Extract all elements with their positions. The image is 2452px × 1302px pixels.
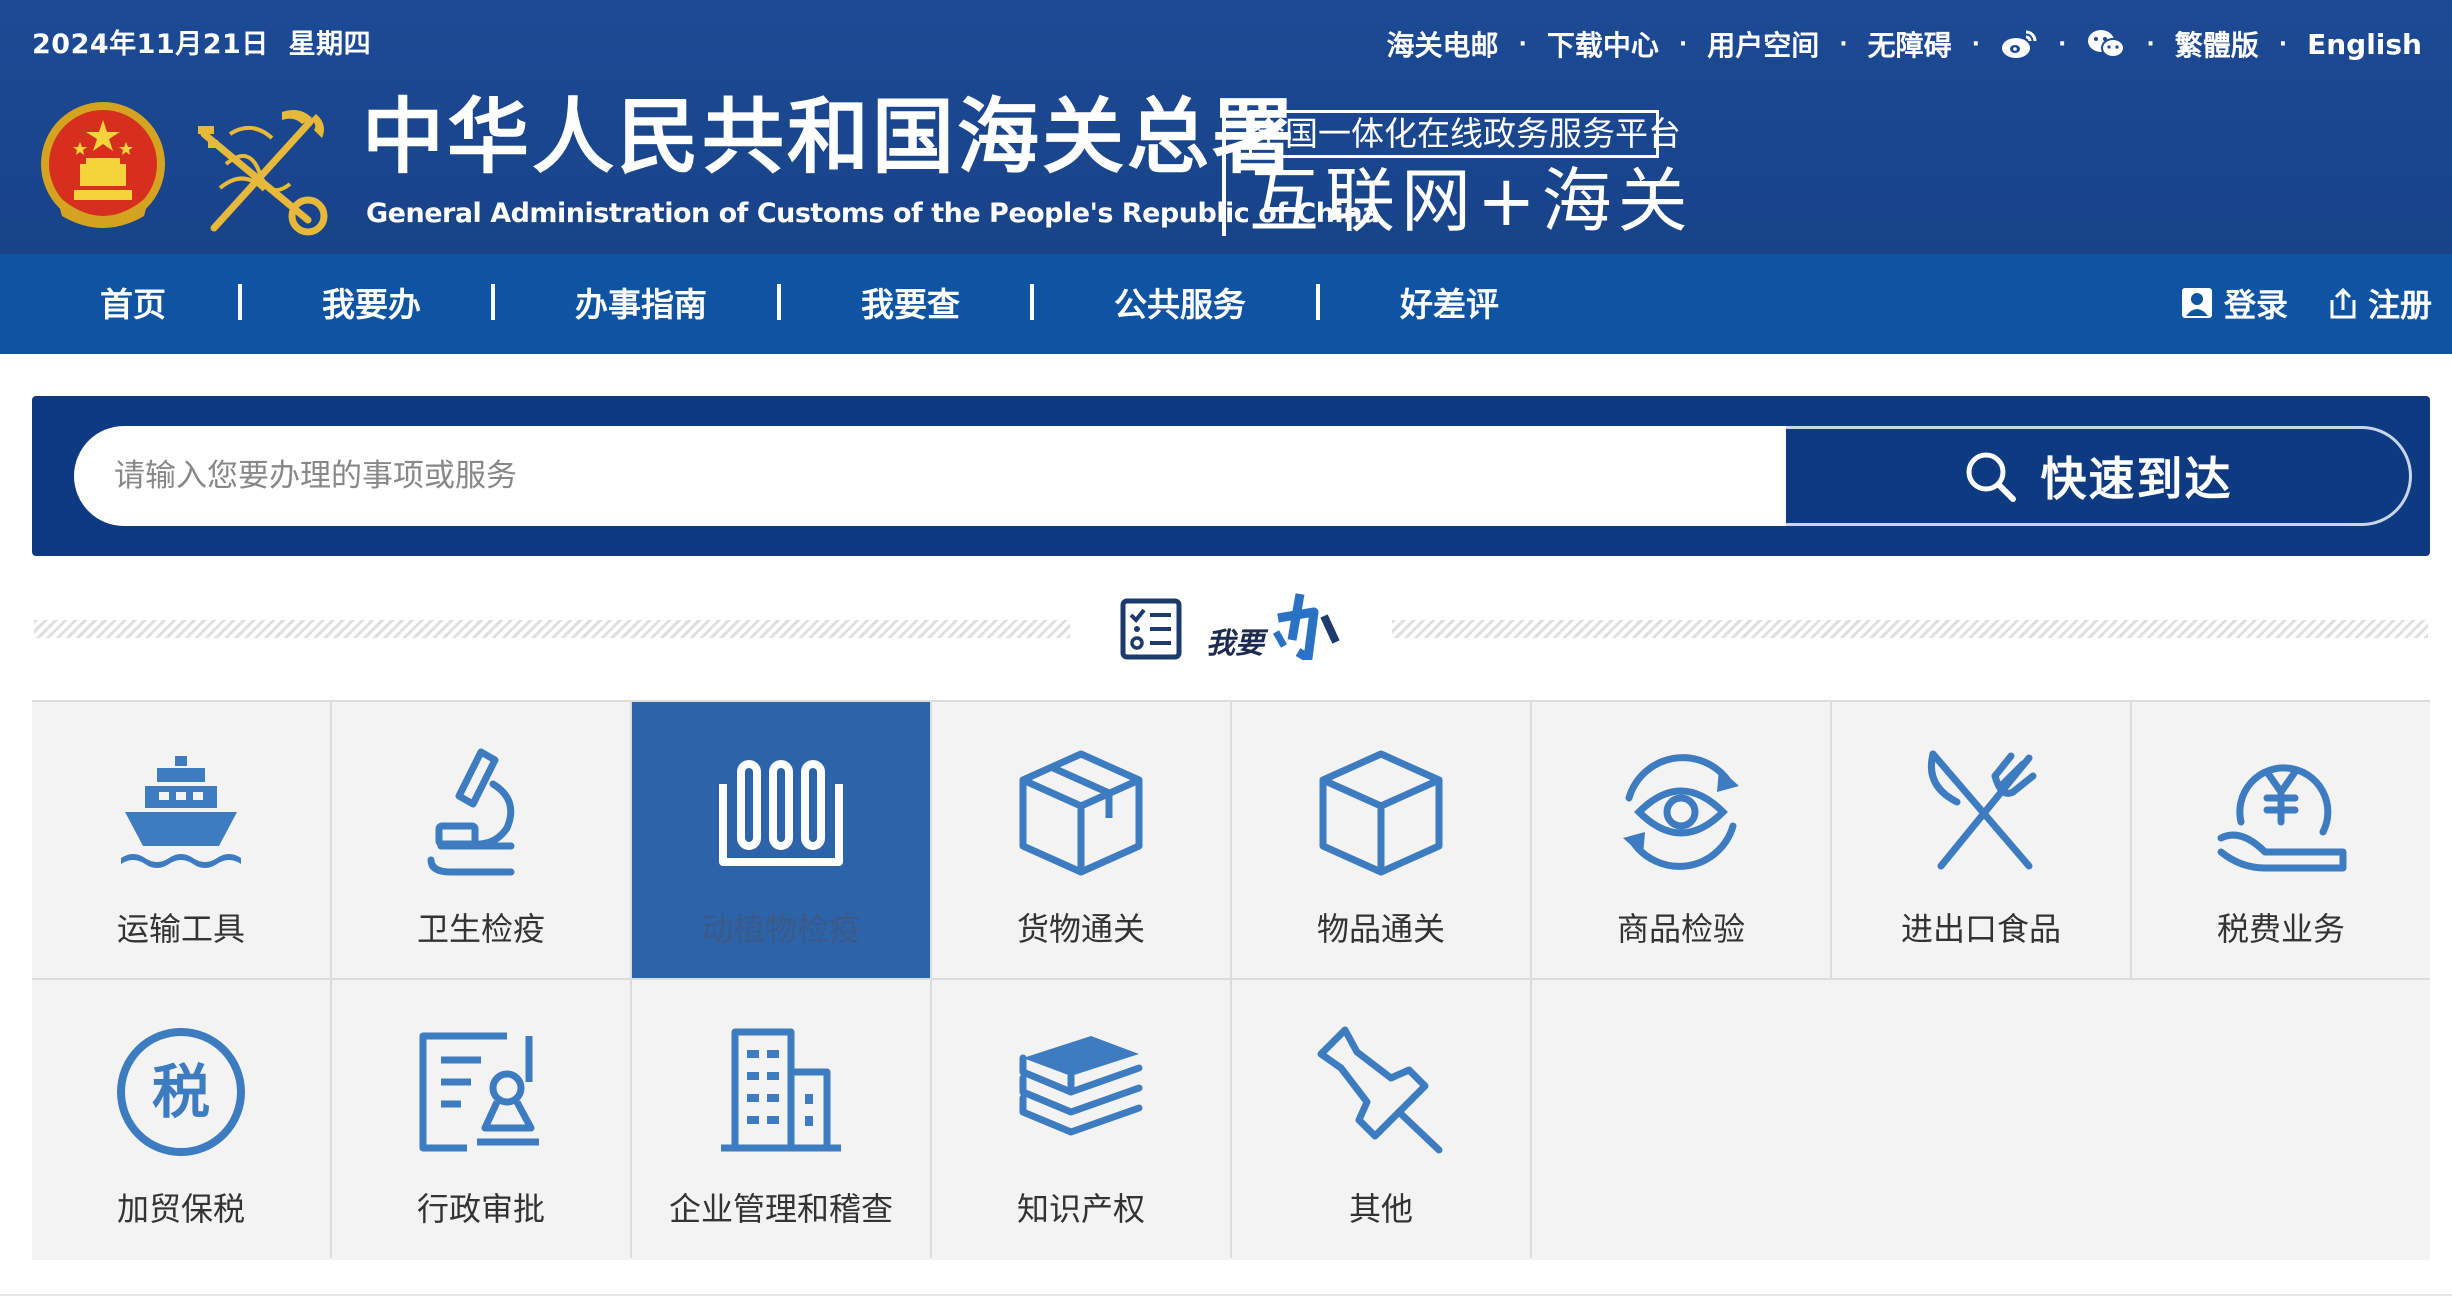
nav-separator <box>1030 284 1034 320</box>
tile-label: 税费业务 <box>2216 910 2345 948</box>
tile-label: 企业管理和稽查 <box>668 1190 893 1228</box>
date-text: 2024年11月21日 <box>32 29 269 60</box>
barrier-icon <box>719 760 843 866</box>
header-divider <box>1222 108 1226 236</box>
books-icon <box>1019 1036 1143 1136</box>
current-date: 2024年11月21日 星期四 <box>32 22 371 61</box>
nav-feedback[interactable]: 好差评 <box>1400 278 1499 326</box>
tile-tax-business[interactable]: 税费业务 <box>2132 700 2430 978</box>
wechat-icon[interactable] <box>2086 28 2126 60</box>
weekday-text: 星期四 <box>288 29 372 60</box>
tile-label: 卫生检疫 <box>416 910 545 948</box>
org-name-cn[interactable]: 中华人民共和国海关总署 <box>362 96 1297 178</box>
nav-service-guide[interactable]: 办事指南 <box>575 278 707 326</box>
tile-health-quarantine[interactable]: 卫生检疫 <box>332 700 630 978</box>
pin-icon <box>1317 1026 1443 1154</box>
link-user-space[interactable]: 用户空间 <box>1707 24 1819 64</box>
cube-icon <box>1319 750 1443 876</box>
tile-label: 进出口食品 <box>1900 910 2061 948</box>
svg-text:税: 税 <box>152 1058 210 1126</box>
tile-label: 物品通关 <box>1316 910 1445 948</box>
section-divider-right <box>1392 620 2428 638</box>
section-title: 我要 <box>1206 626 1265 660</box>
building-icon <box>721 1028 841 1152</box>
service-grid: 运输工具 卫生检疫 动植物检疫 货物通关 物品通关 商品检验 进出口食品 税费业… <box>32 700 2430 1260</box>
tile-label: 知识产权 <box>1016 1190 1145 1228</box>
tile-label: 其他 <box>1348 1190 1413 1228</box>
tile-label: 商品检验 <box>1616 910 1745 948</box>
nav-separator <box>491 284 495 320</box>
upload-icon <box>2330 287 2356 319</box>
site-header: 2024年11月21日 星期四 海关电邮 · 下载中心 · 用户空间 · 无障碍… <box>0 0 2452 354</box>
nav-home[interactable]: 首页 <box>100 278 166 326</box>
tile-other[interactable]: 其他 <box>1232 980 1530 1258</box>
grid-divider <box>32 978 2430 980</box>
nav-separator <box>1316 284 1320 320</box>
link-download-center[interactable]: 下载中心 <box>1547 24 1659 64</box>
tile-animal-plant-quarantine[interactable]: 动植物检疫 <box>632 700 930 978</box>
grid-divider <box>32 700 2430 702</box>
org-name-en: General Administration of Customs of the… <box>366 198 1380 229</box>
nav-i-want-to-check[interactable]: 我要查 <box>861 278 960 326</box>
tile-cargo-clearance[interactable]: 货物通关 <box>932 700 1230 978</box>
eye-cycle-icon <box>1623 754 1739 870</box>
quick-reach-label: 快速到达 <box>2040 452 2233 506</box>
nav-separator <box>238 284 242 320</box>
platform-title: 互联网+海关 <box>1249 160 1694 242</box>
customs-emblem-icon <box>198 110 328 236</box>
tile-transport[interactable]: 运输工具 <box>32 700 330 978</box>
link-customs-email[interactable]: 海关电邮 <box>1387 24 1499 64</box>
register-label: 注册 <box>2368 286 2433 324</box>
main-nav: 首页 我要办 办事指南 我要查 公共服务 好差评 登录 注册 <box>0 254 2452 354</box>
search-input[interactable] <box>74 426 1786 526</box>
login-label: 登录 <box>2224 286 2289 324</box>
tile-enterprise-management[interactable]: 企业管理和稽查 <box>632 980 930 1258</box>
tile-label: 行政审批 <box>416 1190 545 1228</box>
user-icon <box>2182 288 2212 318</box>
approval-document-icon <box>419 1032 539 1152</box>
microscope-icon <box>427 748 515 876</box>
tile-intellectual-property[interactable]: 知识产权 <box>932 980 1230 1258</box>
tile-import-export-food[interactable]: 进出口食品 <box>1832 700 2130 978</box>
page-bottom-line <box>0 1294 2452 1296</box>
tile-label: 运输工具 <box>116 910 245 948</box>
nav-i-want-to-do[interactable]: 我要办 <box>322 278 421 326</box>
weibo-icon[interactable] <box>2000 28 2038 60</box>
grid-divider <box>2130 700 2132 978</box>
nav-public-service[interactable]: 公共服务 <box>1114 278 1246 326</box>
link-traditional-chinese[interactable]: 繁體版 <box>2175 24 2259 64</box>
yuan-hand-icon <box>2217 764 2347 872</box>
login-link[interactable]: 登录 <box>2180 280 2288 326</box>
search-panel: 快速到达 <box>32 396 2430 556</box>
register-link[interactable]: 注册 <box>2328 280 2432 326</box>
search-icon <box>1966 452 2016 502</box>
tile-administrative-approval[interactable]: 行政审批 <box>332 980 630 1258</box>
link-accessibility[interactable]: 无障碍 <box>1868 24 1952 64</box>
tile-label: 动植物检疫 <box>700 910 861 948</box>
ban-calligraphy-icon <box>1272 593 1340 660</box>
tile-label: 加贸保税 <box>116 1190 245 1228</box>
platform-subtitle: 全国一体化在线政务服务平台 <box>1249 110 1681 158</box>
ship-icon <box>121 756 241 868</box>
tile-processing-trade-bonded[interactable]: 税 加贸保税 <box>32 980 330 1258</box>
quick-reach-button[interactable]: 快速到达 <box>1786 426 2412 526</box>
tile-label: 货物通关 <box>1016 910 1145 948</box>
link-english[interactable]: English <box>2307 28 2422 61</box>
nav-separator <box>777 284 781 320</box>
checklist-icon <box>1120 598 1182 660</box>
national-emblem-icon <box>41 102 165 228</box>
tile-commodity-inspection[interactable]: 商品检验 <box>1532 700 1830 978</box>
tile-goods-clearance[interactable]: 物品通关 <box>1232 700 1530 978</box>
knife-fork-icon <box>1928 750 2037 870</box>
top-links: 海关电邮 · 下载中心 · 用户空间 · 无障碍 · · · 繁體版 · Eng… <box>1387 24 2423 64</box>
tax-circle-icon: 税 <box>117 1028 245 1156</box>
grid-divider <box>1830 700 1832 978</box>
section-divider-left <box>34 620 1070 638</box>
open-box-icon <box>1019 750 1143 876</box>
